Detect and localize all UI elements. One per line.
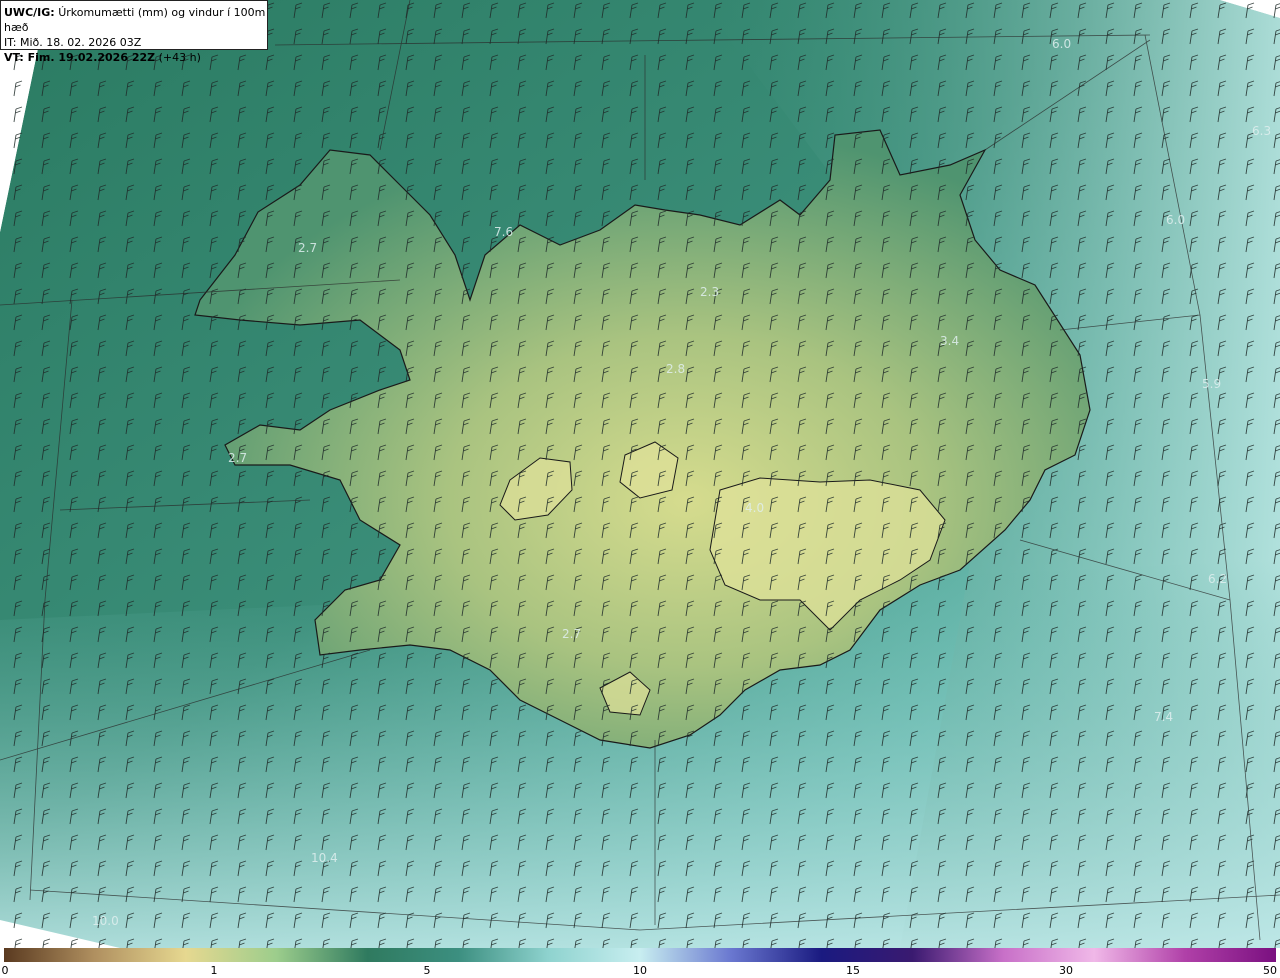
valid-time: VT: Fim. 19.02.2026 22Z	[4, 51, 156, 64]
colorbar-tick: 50	[1263, 964, 1277, 977]
lead-time: (+43 h)	[158, 51, 201, 64]
value-label: 6.0	[1166, 213, 1185, 227]
value-label: 10.0	[92, 914, 119, 928]
value-label: 2.8	[666, 362, 685, 376]
colorbar-tick: 15	[846, 964, 860, 977]
value-label: 6.0	[1052, 37, 1071, 51]
colorbar-tick: 1	[210, 964, 218, 977]
forecast-info-box: UWC/IG: Úrkomumætti (mm) og vindur í 100…	[0, 0, 268, 64]
colorbar-tick: 5	[423, 964, 431, 977]
value-label: 6.3	[1252, 124, 1271, 138]
value-label: 7.4	[1154, 710, 1173, 724]
value-label: 2.3	[700, 285, 719, 299]
wind-barbs-layer	[0, 0, 1280, 948]
value-label: 2.7	[562, 627, 581, 641]
value-label: 4.0	[745, 501, 764, 515]
value-label: 2.7	[228, 451, 247, 465]
value-label: 6.2	[1208, 572, 1227, 586]
valid-time-line: VT: Fim. 19.02.2026 22Z (+43 h)	[4, 50, 267, 65]
value-label: 5.9	[1202, 377, 1221, 391]
map-canvas: 2.7 7.6 2.3 3.4 6.0 5.9 2.8 2.7 4.0 6.2 …	[0, 0, 1280, 948]
value-label: 2.7	[298, 241, 317, 255]
colorbar-tick: 10	[633, 964, 647, 977]
colorbar-strip	[4, 948, 1276, 962]
product-title-line: UWC/IG: Úrkomumætti (mm) og vindur í 100…	[4, 5, 267, 35]
value-label: 10.4	[311, 851, 338, 865]
weather-map: 2.7 7.6 2.3 3.4 6.0 5.9 2.8 2.7 4.0 6.2 …	[0, 0, 1280, 948]
product-code: UWC/IG:	[4, 6, 55, 19]
colorbar-tick: 0	[1, 964, 9, 977]
value-label: 3.4	[940, 334, 959, 348]
colorbar-tick: 30	[1059, 964, 1073, 977]
value-label: 7.6	[494, 225, 513, 239]
issue-time: IT: Mið. 18. 02. 2026 03Z	[4, 36, 142, 49]
colorbar: 0 1 5 10 15 30 50	[0, 948, 1280, 978]
